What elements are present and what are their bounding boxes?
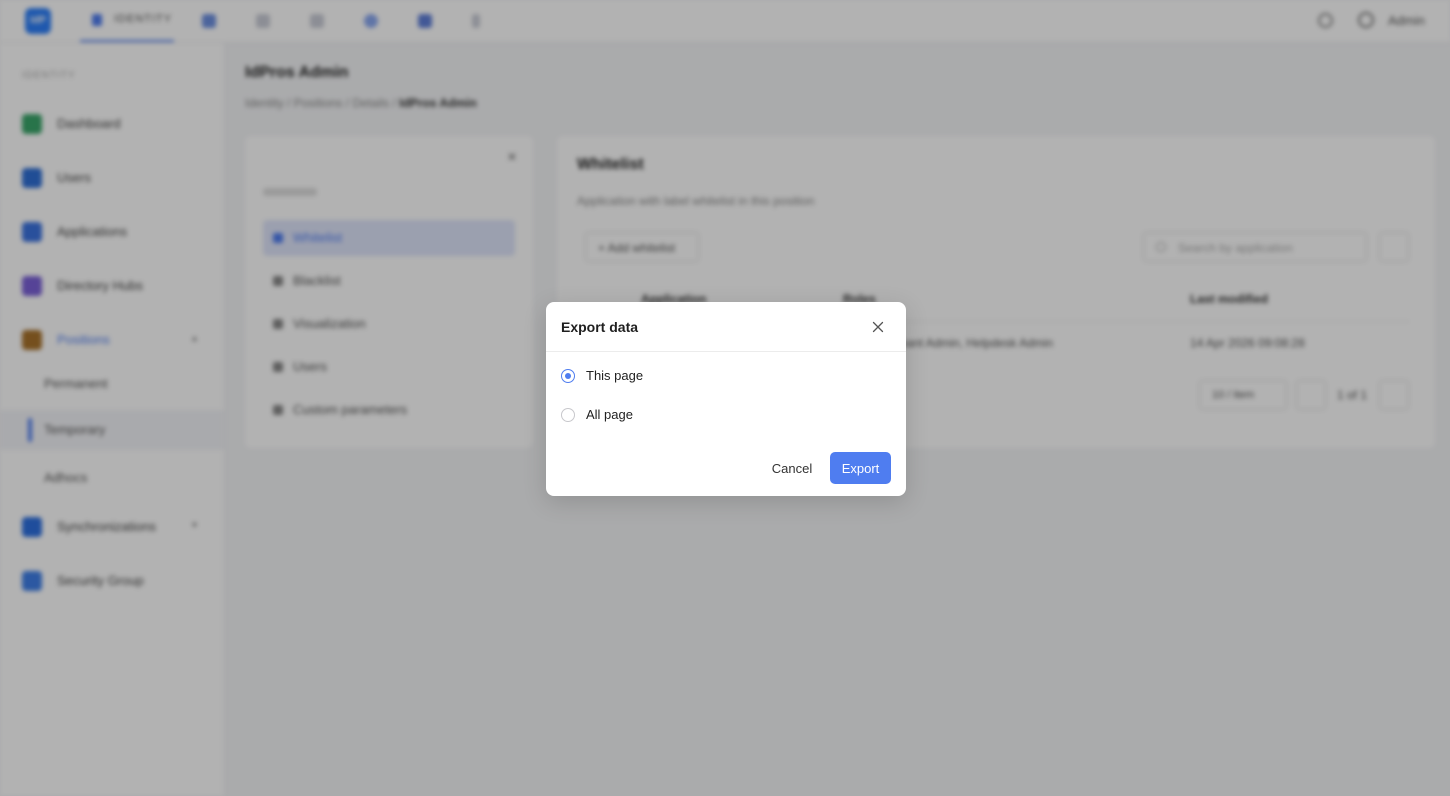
export-button[interactable]: Export (830, 452, 891, 484)
radio-button-all-page[interactable] (561, 408, 575, 422)
radio-label-this-page: This page (586, 368, 644, 383)
modal-header: Export data (546, 302, 906, 352)
cancel-button[interactable]: Cancel (761, 452, 823, 484)
close-icon[interactable] (868, 317, 888, 337)
radio-label-all-page: All page (586, 407, 633, 422)
export-data-modal: Export data This page All page Cancel Ex… (546, 302, 906, 496)
radio-option-all-page[interactable]: All page (561, 404, 761, 428)
radio-option-this-page[interactable]: This page (561, 365, 761, 389)
modal-title: Export data (561, 319, 639, 335)
radio-button-this-page[interactable] (561, 369, 575, 383)
